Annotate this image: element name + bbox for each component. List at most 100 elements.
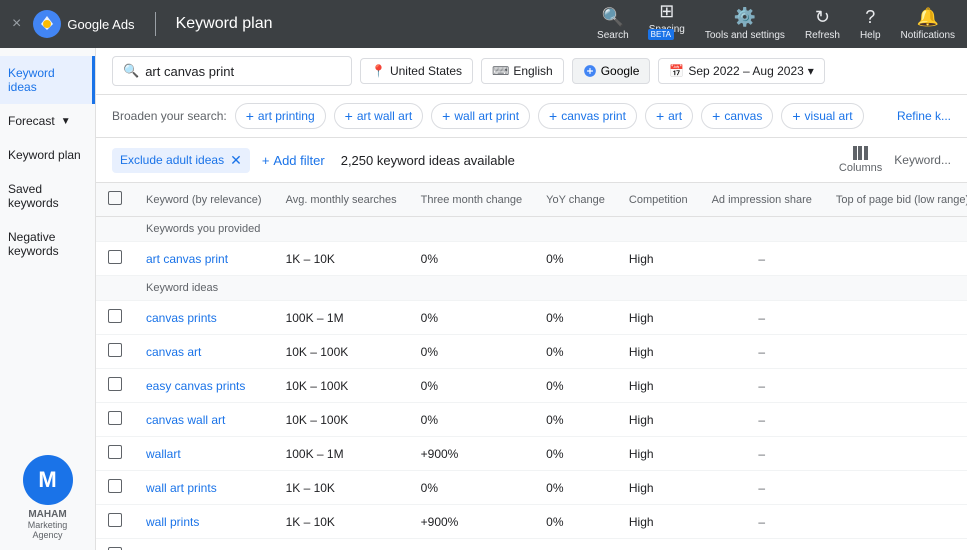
competition-cell: High — [617, 437, 700, 471]
location-filter[interactable]: 📍 United States — [360, 58, 473, 84]
ad-impression-header: Ad impression share — [700, 183, 824, 217]
keyword-cell[interactable]: easy canvas prints — [134, 369, 274, 403]
low-bid-cell — [824, 242, 967, 276]
language-label: English — [513, 64, 552, 78]
competition-cell: High — [617, 505, 700, 539]
competition-cell: High — [617, 335, 700, 369]
spacing-nav-btn[interactable]: ⊞ Spacing BETA — [649, 1, 685, 48]
keyword-cell[interactable]: canvas wall art — [134, 403, 274, 437]
brand-name: MAHAM — [23, 509, 73, 520]
search-input[interactable] — [145, 64, 305, 79]
row-checkbox[interactable] — [108, 309, 122, 323]
low-bid-cell — [824, 301, 967, 335]
sidebar-item-keyword-ideas[interactable]: Keyword ideas — [0, 56, 95, 104]
notifications-nav-btn[interactable]: 🔔 Notifications — [901, 7, 955, 41]
ad-impression-cell: – — [700, 539, 824, 550]
three-month-cell: 0% — [409, 242, 535, 276]
broaden-chip-art[interactable]: + art — [645, 103, 693, 129]
add-filter-button[interactable]: + Add filter — [262, 153, 325, 168]
keyword-cell[interactable]: art canvas print — [134, 242, 274, 276]
keyword-cell[interactable]: wall art prints — [134, 471, 274, 505]
section-ideas-label: Keyword ideas — [134, 276, 967, 301]
keyword-cell[interactable]: canvas art — [134, 335, 274, 369]
spacing-icon: ⊞ — [659, 1, 674, 22]
sidebar-item-saved-keywords[interactable]: Saved keywords — [0, 172, 95, 220]
tools-nav-btn[interactable]: ⚙️ Tools and settings — [705, 7, 785, 41]
ad-impression-cell: – — [700, 505, 824, 539]
three-month-cell: +900% — [409, 505, 535, 539]
exclude-adults-tag: Exclude adult ideas ✕ — [112, 148, 250, 173]
section-ideas-header: Keyword ideas — [96, 276, 967, 301]
section-provided-header: Keywords you provided — [96, 217, 967, 242]
sidebar-keyword-ideas-label: Keyword ideas — [8, 66, 84, 94]
checkbox-header[interactable] — [96, 183, 134, 217]
keyword-cell[interactable]: framed wall art — [134, 539, 274, 550]
yoy-cell: 0% — [534, 437, 617, 471]
ad-impression-cell: – — [700, 369, 824, 403]
exclude-adults-label: Exclude adult ideas — [120, 153, 224, 167]
keyword-search-box[interactable]: 🔍 — [112, 56, 352, 86]
sidebar-item-keyword-plan[interactable]: Keyword plan — [0, 138, 95, 172]
language-filter[interactable]: ⌨ English — [481, 58, 564, 84]
row-checkbox[interactable] — [108, 479, 122, 493]
row-checkbox[interactable] — [108, 513, 122, 527]
network-filter[interactable]: Google — [572, 58, 651, 84]
three-month-cell: 0% — [409, 471, 535, 505]
row-checkbox[interactable] — [108, 377, 122, 391]
sidebar-item-negative-keywords[interactable]: Negative keywords — [0, 220, 95, 268]
keyword-cell[interactable]: wallart — [134, 437, 274, 471]
remove-filter-button[interactable]: ✕ — [230, 152, 242, 169]
search-nav-btn[interactable]: 🔍 Search — [597, 7, 629, 41]
broaden-chip-canvas-print[interactable]: + canvas print — [538, 103, 637, 129]
row-checkbox[interactable] — [108, 343, 122, 357]
competition-cell: High — [617, 242, 700, 276]
low-bid-cell — [824, 335, 967, 369]
table-row: easy canvas prints 10K – 100K 0% 0% High… — [96, 369, 967, 403]
avg-monthly-cell: 100K – 1M — [274, 301, 409, 335]
select-all-checkbox[interactable] — [108, 191, 122, 205]
row-checkbox[interactable] — [108, 445, 122, 459]
refine-link[interactable]: Refine k... — [897, 109, 951, 123]
low-bid-cell — [824, 539, 967, 550]
sidebar-item-forecast[interactable]: Forecast ▼ — [0, 104, 95, 138]
broaden-chip-art-wall-art[interactable]: + art wall art — [334, 103, 424, 129]
table-row: wall art prints 1K – 10K 0% 0% High – — [96, 471, 967, 505]
competition-cell: High — [617, 539, 700, 550]
broaden-chip-visual-art[interactable]: + visual art — [781, 103, 863, 129]
notifications-nav-label: Notifications — [901, 30, 955, 41]
yoy-cell: 0% — [534, 471, 617, 505]
broaden-chip-wall-art-print[interactable]: + wall art print — [431, 103, 530, 129]
row-checkbox[interactable] — [108, 411, 122, 425]
keyword-cell[interactable]: wall prints — [134, 505, 274, 539]
chip-label: art printing — [258, 109, 315, 123]
broaden-chip-art-printing[interactable]: + art printing — [235, 103, 326, 129]
keyword-cell[interactable]: canvas prints — [134, 301, 274, 335]
competition-cell: High — [617, 403, 700, 437]
three-month-cell: 0% — [409, 301, 535, 335]
avg-monthly-cell: 1K – 10K — [274, 505, 409, 539]
table-row: canvas prints 100K – 1M 0% 0% High – — [96, 301, 967, 335]
help-nav-btn[interactable]: ? Help — [860, 7, 881, 41]
page-title: Keyword plan — [176, 15, 273, 33]
chip-label: art wall art — [357, 109, 412, 123]
brand-logo: M MAHAM Marketing Agency — [23, 455, 73, 540]
help-nav-label: Help — [860, 30, 881, 41]
avg-monthly-cell: 10K – 100K — [274, 403, 409, 437]
brand-logo-circle: M — [23, 455, 73, 505]
yoy-cell: 0% — [534, 369, 617, 403]
sidebar-negative-keywords-label: Negative keywords — [8, 230, 87, 258]
search-nav-label: Search — [597, 30, 629, 41]
row-checkbox[interactable] — [108, 250, 122, 264]
columns-button[interactable]: Columns — [839, 146, 882, 174]
three-month-cell: 0% — [409, 539, 535, 550]
refresh-nav-btn[interactable]: ↻ Refresh — [805, 7, 840, 41]
table-row: wallart 100K – 1M +900% 0% High – ▼ — [96, 437, 967, 471]
date-label: Sep 2022 – Aug 2023 — [688, 64, 803, 78]
close-button[interactable]: × — [12, 15, 21, 33]
avg-monthly-cell: 1K – 10K — [274, 242, 409, 276]
avg-monthly-cell: 1K – 10K — [274, 539, 409, 550]
location-label: United States — [390, 64, 462, 78]
low-bid-cell — [824, 437, 967, 471]
broaden-chip-canvas[interactable]: + canvas — [701, 103, 773, 129]
date-filter[interactable]: 📅 Sep 2022 – Aug 2023 ▾ — [658, 58, 824, 84]
